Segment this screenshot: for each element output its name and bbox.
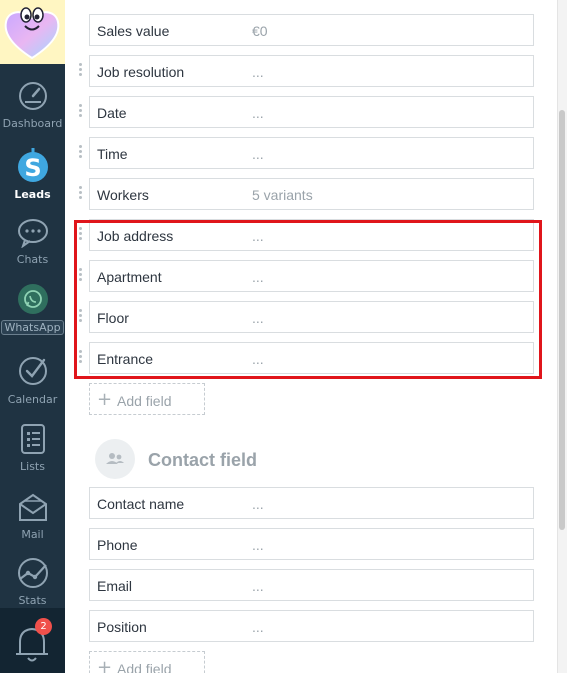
sidebar: Dashboard S Leads Chats WhatsApp Calenda… bbox=[0, 0, 65, 673]
field-name: Workers bbox=[97, 187, 149, 203]
field-row-workers[interactable]: Workers 5 variants bbox=[89, 178, 534, 210]
whatsapp-icon bbox=[17, 284, 48, 314]
drag-handle-icon[interactable] bbox=[79, 186, 83, 200]
field-name: Job resolution bbox=[97, 64, 185, 80]
field-value: ... bbox=[252, 619, 264, 635]
nav-calendar-label: Calendar bbox=[7, 393, 58, 406]
field-value: ... bbox=[252, 537, 264, 553]
field-name: Phone bbox=[97, 537, 138, 553]
nav-calendar[interactable]: Calendar bbox=[0, 355, 65, 406]
nav-whatsapp[interactable]: WhatsApp bbox=[0, 283, 65, 336]
field-name: Email bbox=[97, 578, 133, 594]
contact-section-avatar bbox=[95, 439, 135, 479]
svg-text:S: S bbox=[24, 154, 41, 182]
dashboard-icon bbox=[18, 82, 47, 110]
add-field-label: Add field bbox=[117, 661, 172, 673]
heart-mascot-logo bbox=[4, 7, 60, 60]
plus-icon: + bbox=[97, 389, 113, 410]
field-name: Date bbox=[97, 105, 127, 121]
field-name: Position bbox=[97, 619, 147, 635]
nav-dashboard-label: Dashboard bbox=[2, 117, 63, 130]
nav-dashboard[interactable]: Dashboard bbox=[0, 80, 65, 130]
field-name: Time bbox=[97, 146, 128, 162]
nav-mail[interactable]: Mail bbox=[0, 492, 65, 541]
field-value: ... bbox=[252, 64, 264, 80]
field-value: ... bbox=[252, 578, 264, 594]
field-name: Sales value bbox=[97, 23, 170, 39]
field-row-job-resolution[interactable]: Job resolution ... bbox=[89, 55, 534, 87]
field-row-phone[interactable]: Phone ... bbox=[89, 528, 534, 560]
field-value: ... bbox=[252, 496, 264, 512]
field-row-time[interactable]: Time ... bbox=[89, 137, 534, 169]
drag-handle-icon[interactable] bbox=[79, 145, 83, 159]
notification-count-badge: 2 bbox=[35, 618, 52, 635]
field-row-sales-value[interactable]: Sales value €0 bbox=[89, 14, 534, 46]
stats-icon bbox=[17, 558, 48, 588]
nav-chats[interactable]: Chats bbox=[0, 218, 65, 266]
highlight-box bbox=[74, 220, 542, 379]
field-value: 5 variants bbox=[252, 187, 313, 203]
field-row-date[interactable]: Date ... bbox=[89, 96, 534, 128]
nav-lists[interactable]: Lists bbox=[0, 422, 65, 473]
app-logo[interactable] bbox=[0, 0, 65, 64]
drag-handle-icon[interactable] bbox=[79, 104, 83, 118]
lists-icon bbox=[20, 424, 45, 454]
nav-leads[interactable]: S Leads bbox=[0, 148, 65, 201]
notifications-button[interactable] bbox=[0, 608, 65, 673]
field-name: Contact name bbox=[97, 496, 185, 512]
leads-dollar-icon: S bbox=[17, 148, 48, 182]
contact-section-title: Contact field bbox=[148, 450, 258, 470]
calendar-check-icon bbox=[18, 357, 47, 385]
plus-icon: + bbox=[97, 657, 113, 673]
nav-chats-label: Chats bbox=[16, 253, 49, 266]
nav-leads-label: Leads bbox=[14, 188, 51, 201]
add-field-button[interactable]: + Add field bbox=[89, 383, 205, 415]
chat-bubble-icon bbox=[17, 219, 48, 248]
field-row-email[interactable]: Email ... bbox=[89, 569, 534, 601]
field-row-position[interactable]: Position ... bbox=[89, 610, 534, 642]
field-value: €0 bbox=[252, 23, 268, 39]
scrollbar-thumb[interactable] bbox=[559, 110, 565, 530]
nav-mail-label: Mail bbox=[21, 528, 44, 541]
add-field-label: Add field bbox=[117, 393, 172, 409]
nav-stats[interactable]: Stats bbox=[0, 557, 65, 607]
field-row-contact-name[interactable]: Contact name ... bbox=[89, 487, 534, 519]
contact-add-field-button[interactable]: + Add field bbox=[89, 651, 205, 673]
bell-icon bbox=[16, 627, 48, 662]
mail-icon bbox=[18, 493, 47, 521]
field-value: ... bbox=[252, 105, 264, 121]
drag-handle-icon[interactable] bbox=[79, 63, 83, 77]
field-value: ... bbox=[252, 146, 264, 162]
nav-stats-label: Stats bbox=[18, 594, 47, 607]
nav-lists-label: Lists bbox=[20, 460, 45, 473]
contact-people-icon bbox=[106, 453, 124, 464]
nav-whatsapp-label: WhatsApp bbox=[1, 320, 64, 335]
